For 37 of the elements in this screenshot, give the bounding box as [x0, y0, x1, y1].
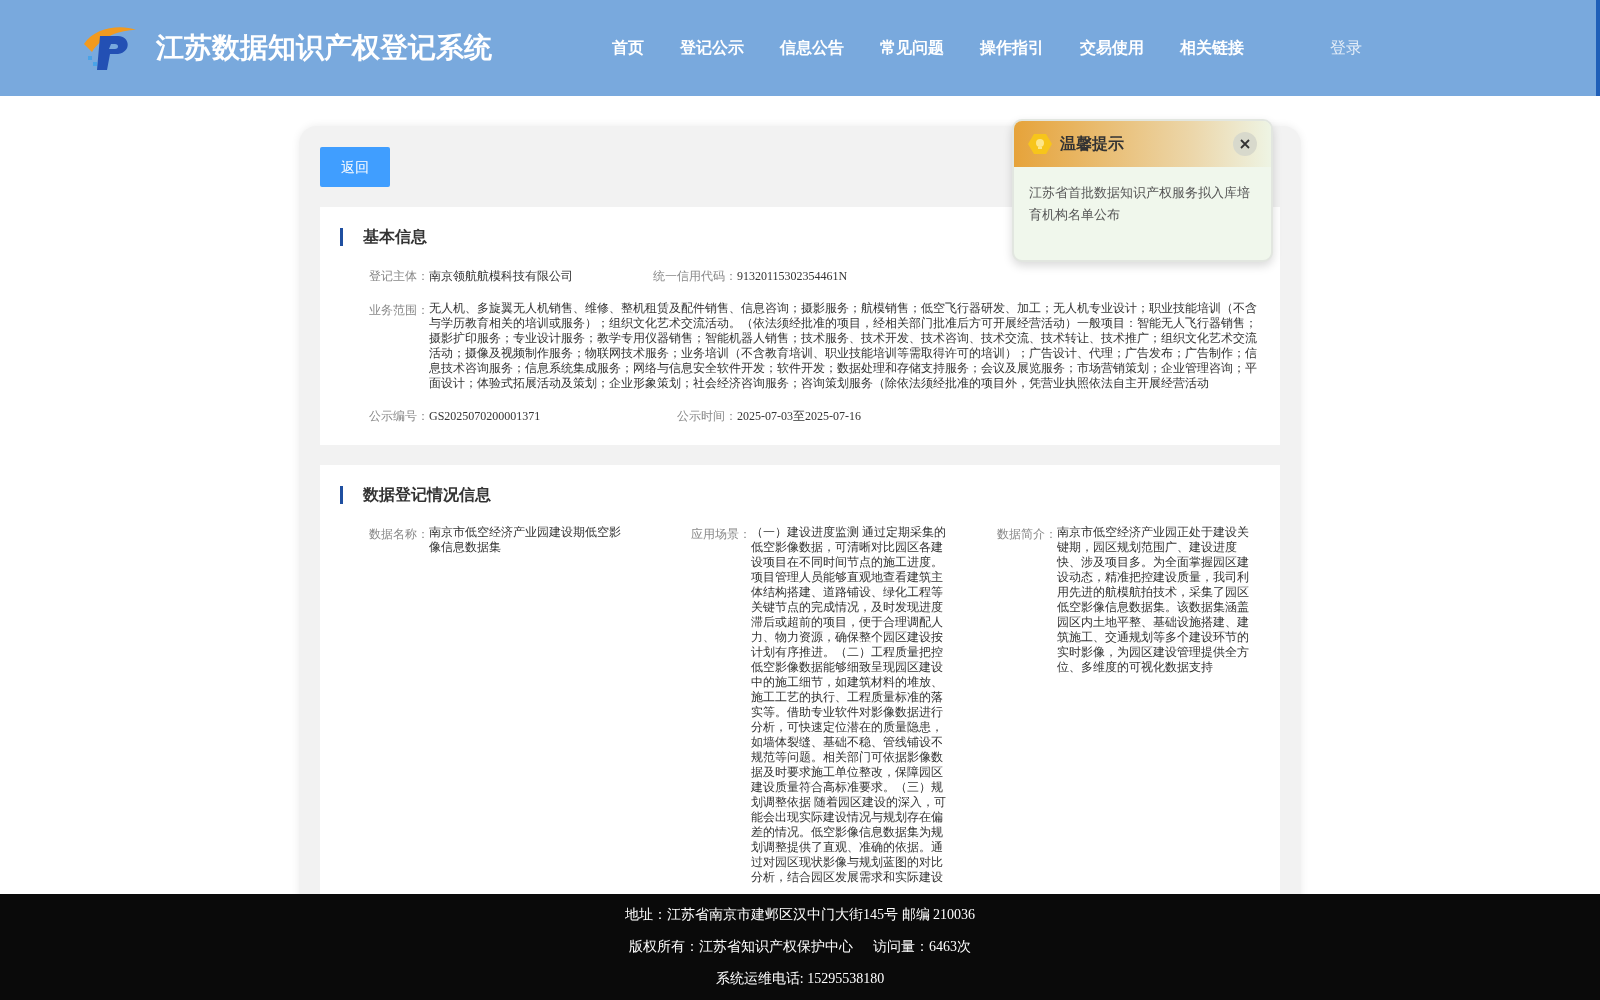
nav-link[interactable]: 常见问题: [880, 36, 944, 60]
notice-title: 温馨提示: [1060, 134, 1124, 154]
field-value: 南京市低空经济产业园建设期低空影像信息数据集: [429, 525, 622, 556]
nav-link[interactable]: 相关链接: [1180, 36, 1244, 60]
footer-address: 地址：江苏省南京市建邺区汉中门大街145号 邮编 210036: [625, 905, 975, 924]
field-label: 应用场景：: [691, 526, 751, 543]
visit-count: 访问量：6463次: [873, 937, 971, 956]
login-link[interactable]: 登录: [1330, 36, 1362, 60]
field-value: （一）建设进度监测 通过定期采集的低空影像数据，可清晰对比园区各建设项目在不同时间节点的施工进度。项目管理人员能够直观地查看建筑主体结构搭建、道路铺设、绿化工程等关键节点的完成情况，及时发现进度滞后或超前的项目，便于合理调配人力、物力资源，确保整个园区建设按计划有序推进。（二）工程质量把控低空影像数据能够细致呈现园区建设中的施工细节，如建筑材料的堆放、施工工艺的执行、工程质量标准的落实等。借助专业软件对影像数据进行分析，可快速定位潜在的质量隐患，如墙体裂缝、基础不稳、管线铺设不规范等问题。相关部门可依据影像数据及时要求施工单位整改，保障园区建设质量符合高标准要求。（三）规划调整依据 随着园区建设的深入，可能会出现实际建设情况与规划存在偏差的情况。低空影像信息数据集为规划调整提供了直观、准确的依据。通过对园区现状影像与规划蓝图的对比分析，结合园区发展需求和实际建设: [751, 525, 947, 885]
nav-link[interactable]: 交易使用: [1080, 36, 1144, 60]
site-title: 江苏数据知识产权登记系统: [156, 31, 492, 65]
field-value: 无人机、多旋翼无人机销售、维修、整机租赁及配件销售、信息咨询；摄影服务；航模销售；低空飞行器研发、加工；无人机专业设计；职业技能培训（不含与学历教育相关的培训或服务）；组织文化艺术交流活动。（依法须经批准的项目，经相关部门批准后方可开展经营活动）一般项目：智能无人飞行器销售；摄影扩印服务；专业设计服务；教学专用仪器销售；智能机器人销售；技术服务、技术开发、技术咨询、技术交流、技术转让、技术推广；组织文化艺术交流活动；摄像及视频制作服务；物联网技术服务；业务培训（不含教育培训、职业技能培训等需取得许可的培训）；广告设计、代理；广告发布；广告制作；信息技术咨询服务；信息系统集成服务；网络与信息安全软件开发；软件开发；数据处理和存储支持服务；会议及展览服务；市场营销策划；企业管理咨询；平面设计；体验式拓展活动及策划；企业形象策划；社会经济咨询服务；咨询策划服务（除依法须经批准的项目外，凭营业执照依法自主开展经营活动: [429, 301, 1258, 391]
nav-link[interactable]: 操作指引: [980, 36, 1044, 60]
field-label: 登记主体：: [369, 268, 429, 285]
field-value: GS2025070200001371: [429, 408, 541, 425]
section-heading: 数据登记情况信息: [363, 485, 491, 505]
field-value: 南京领航航模科技有限公司: [429, 268, 573, 285]
nav-link[interactable]: 首页: [612, 36, 644, 60]
notice-message: 江苏省首批数据知识产权服务拟入库培育机构名单公布: [1028, 184, 1251, 224]
field-label: 统一信用代码：: [653, 268, 737, 285]
field-label: 业务范围：: [369, 302, 429, 319]
field-label: 公示编号：: [369, 408, 429, 425]
footer-copyright: 版权所有：江苏省知识产权保护中心: [629, 937, 853, 956]
section-heading: 基本信息: [363, 227, 427, 247]
field-value: 91320115302354461N: [737, 268, 848, 285]
field-value: 2025-07-03至2025-07-16: [737, 408, 861, 425]
field-label: 公示时间：: [677, 408, 737, 425]
footer-phone: 系统运维电话: 15295538180: [715, 969, 885, 988]
bulb-icon: [1028, 133, 1052, 155]
field-value: 南京市低空经济产业园正处于建设关键期，园区规划范围广、建设进度快、涉及项目多。为全面掌握园区建设动态，精准把控建设质量，我司利用先进的航模航拍技术，采集了园区低空影像信息数据集。该数据集涵盖园区内土地平整、基础设施搭建、建筑施工、交通规划等多个建设环节的实时影像，为园区建设管理提供全方位、多维度的可视化数据支持: [1057, 525, 1250, 676]
close-button[interactable]: [1233, 132, 1257, 156]
field-label: 数据名称：: [369, 526, 429, 543]
nav-link[interactable]: 信息公告: [780, 36, 844, 60]
nav-link[interactable]: 登记公示: [680, 36, 744, 60]
back-button[interactable]: 返回: [320, 147, 390, 187]
field-label: 数据简介：: [997, 526, 1057, 543]
close-icon: [1240, 139, 1250, 149]
